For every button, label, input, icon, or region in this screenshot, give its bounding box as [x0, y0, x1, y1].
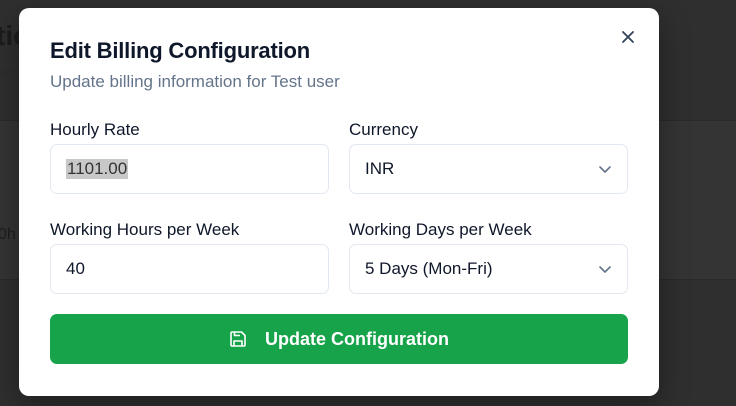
working-days-label: Working Days per Week [349, 220, 532, 239]
background-subtitle-fragment: vo [0, 64, 15, 81]
save-icon [229, 330, 247, 348]
currency-value: INR [365, 159, 395, 178]
close-button[interactable] [617, 28, 639, 50]
update-configuration-label: Update Configuration [265, 328, 449, 349]
hourly-rate-label: Hourly Rate [50, 120, 140, 139]
working-hours-label: Working Hours per Week [50, 220, 240, 239]
dialog-subtitle: Update billing information for Test user [50, 72, 340, 91]
working-hours-value: 40 [66, 259, 85, 278]
working-days-value: 5 Days (Mon-Fri) [365, 259, 493, 278]
close-icon [621, 30, 635, 49]
dialog-title: Edit Billing Configuration [50, 38, 310, 63]
background-cell-fragment: 0h [0, 226, 16, 243]
working-hours-input[interactable]: 40 [50, 244, 329, 294]
hourly-rate-value: 1101.00 [66, 159, 129, 179]
edit-billing-dialog: Edit Billing Configuration Update billin… [19, 8, 659, 396]
working-days-select[interactable]: 5 Days (Mon-Fri) [349, 244, 628, 294]
currency-label: Currency [349, 120, 418, 139]
update-configuration-button[interactable]: Update Configuration [50, 314, 628, 364]
chevron-down-icon [598, 265, 612, 274]
currency-select[interactable]: INR [349, 144, 628, 194]
chevron-down-icon [598, 165, 612, 174]
hourly-rate-input[interactable]: 1101.00 [50, 144, 329, 194]
